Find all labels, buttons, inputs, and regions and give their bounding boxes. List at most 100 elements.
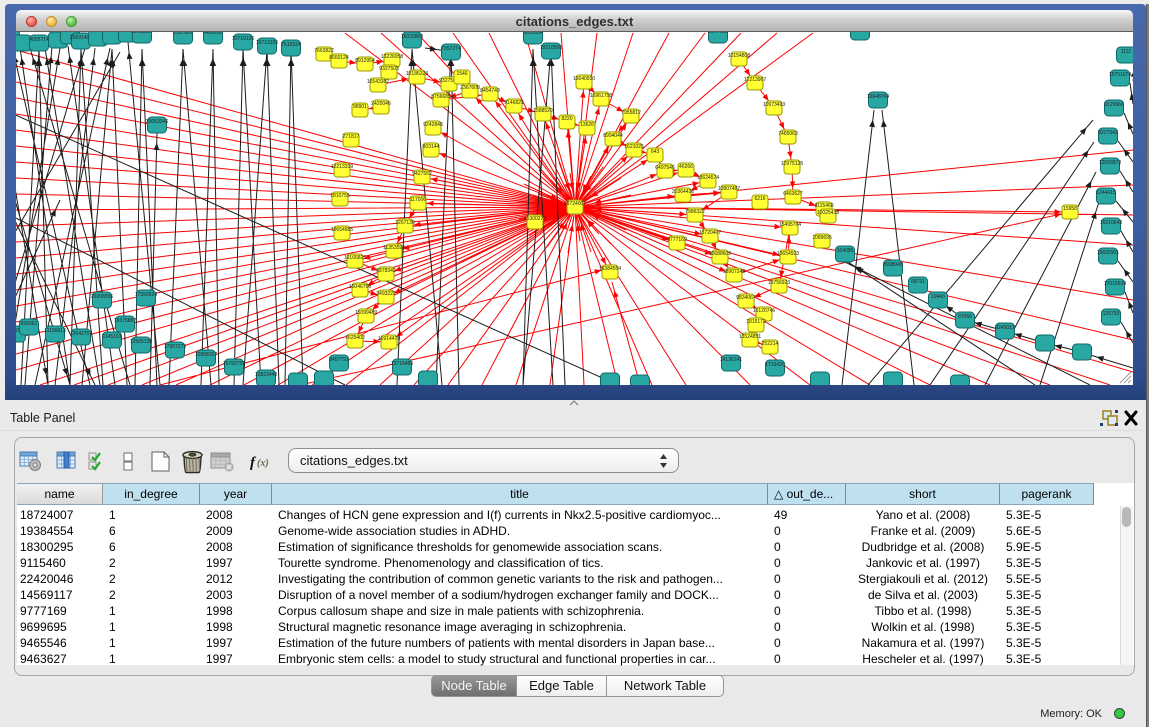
svg-text:8660124: 8660124 [329,55,349,61]
svg-text:12823448: 12823448 [255,372,277,378]
svg-text:1145191: 1145191 [102,334,121,340]
svg-text:10958157: 10958157 [195,352,217,358]
svg-text:13226058: 13226058 [381,54,403,60]
svg-text:8454749: 8454749 [480,88,500,94]
svg-text:18186323: 18186323 [406,71,428,77]
svg-text:9227342: 9227342 [1098,130,1118,136]
svg-text:10719135: 10719135 [232,36,254,42]
svg-text:252214: 252214 [762,341,779,347]
svg-text:126753: 126753 [1103,311,1120,317]
svg-text:15046766: 15046766 [349,284,371,290]
svg-text:f: f [250,455,257,471]
svg-text:9245012: 9245012 [995,325,1015,331]
svg-text:19756923: 19756923 [768,280,790,286]
svg-text:10653267: 10653267 [131,32,153,35]
svg-text:13716485: 13716485 [391,361,413,367]
svg-text:7663822: 7663822 [314,48,334,54]
svg-text:13626: 13626 [580,122,594,128]
svg-text:7955812: 7955812 [621,110,641,116]
svg-text:17359924: 17359924 [135,292,157,298]
svg-text:4055714: 4055714 [29,37,49,43]
svg-text:10688609: 10688609 [709,251,731,257]
svg-text:8813054: 8813054 [523,32,543,36]
svg-text:9242848: 9242848 [423,122,443,128]
svg-text:20364436: 20364436 [672,189,694,195]
svg-text:12975125: 12975125 [781,161,803,167]
svg-text:10807487: 10807487 [718,186,740,192]
svg-text:16120746: 16120746 [753,308,775,314]
svg-text:14136141: 14136141 [720,357,742,363]
svg-text:15751074: 15751074 [1109,72,1131,78]
svg-text:5878342: 5878342 [376,268,396,274]
svg-text:10025438: 10025438 [817,210,839,216]
svg-text:20206556: 20206556 [91,294,113,300]
svg-text:9427552: 9427552 [412,171,432,177]
svg-text:1112: 1112 [1121,49,1132,55]
svg-text:12093873: 12093873 [1099,160,1121,166]
svg-text:19443: 19443 [931,294,945,300]
svg-text:87066: 87066 [958,314,972,320]
svg-text:9777169: 9777169 [667,237,687,243]
svg-text:16648764: 16648764 [867,94,889,100]
svg-text:1244415: 1244415 [1096,190,1116,196]
svg-text:17016534: 17016534 [1104,281,1126,287]
svg-text:16782759: 16782759 [223,361,245,367]
svg-text:13720407: 13720407 [699,230,721,236]
svg-text:9834067: 9834067 [736,295,756,301]
svg-text:643: 643 [651,149,660,155]
svg-text:1546: 1546 [456,71,467,77]
svg-text:271817: 271817 [343,134,360,140]
svg-text:8756685: 8756685 [431,94,451,100]
svg-text:18907249: 18907249 [723,269,745,275]
svg-text:19375887: 19375887 [114,318,136,324]
svg-text:12213319: 12213319 [331,164,353,170]
svg-text:935061: 935061 [21,321,38,327]
svg-text:8912954: 8912954 [355,58,375,64]
svg-text:12213967: 12213967 [744,77,766,83]
svg-text:6497546: 6497546 [655,165,675,171]
svg-text:1089695: 1089695 [812,235,832,241]
svg-text:7986322: 7986322 [685,209,705,215]
svg-text:3493222: 3493222 [376,291,396,297]
svg-text:20053346: 20053346 [146,119,168,125]
svg-text:7515524: 7515524 [281,42,301,48]
svg-text:15692901: 15692901 [1097,250,1119,256]
svg-text:11353594: 11353594 [383,245,405,251]
svg-text:2367608: 2367608 [460,85,480,91]
svg-text:19384554: 19384554 [599,266,621,272]
svg-text:8220: 8220 [561,116,572,122]
svg-text:2047682: 2047682 [708,32,728,35]
svg-text:9327503: 9327503 [379,66,399,72]
svg-text:9146821: 9146821 [504,100,524,106]
svg-text:1621025: 1621025 [624,144,644,150]
svg-text:8994044: 8994044 [603,133,623,139]
svg-text:10154808: 10154808 [728,53,750,59]
svg-text:1733426: 1733426 [765,362,785,368]
svg-text:19166825: 19166825 [344,255,366,261]
svg-text:19218506: 19218506 [540,45,562,51]
svg-text:803144: 803144 [423,144,440,150]
svg-text:1810755: 1810755 [330,193,350,199]
svg-text:19654985: 19654985 [331,227,353,233]
svg-text:13524851: 13524851 [739,334,761,340]
svg-text:2420046: 2420046 [371,101,391,107]
svg-text:16543382: 16543382 [367,79,389,85]
svg-text:13654923: 13654923 [777,251,799,257]
svg-text:1527602: 1527602 [173,32,193,36]
svg-text:12042757: 12042757 [70,331,92,337]
svg-text:15495764: 15495764 [779,222,801,228]
svg-text:3267130: 3267130 [395,220,415,226]
svg-text:11156813: 11156813 [44,328,66,334]
svg-text:17957275: 17957275 [164,344,186,350]
svg-text:16914479: 16914479 [378,336,400,342]
svg-text:16210643: 16210643 [1100,220,1122,226]
svg-text:164095: 164095 [837,248,854,254]
svg-text:6463627: 6463627 [783,191,803,197]
svg-text:12505135: 12505135 [130,339,152,345]
svg-text:16961758: 16961758 [590,93,612,99]
svg-text:9115460: 9115460 [814,203,833,209]
svg-text:(x): (x) [257,458,269,469]
svg-text:9129966: 9129966 [1104,102,1124,108]
svg-text:7485063: 7485063 [778,131,798,137]
svg-text:16640910: 16640910 [573,76,595,82]
